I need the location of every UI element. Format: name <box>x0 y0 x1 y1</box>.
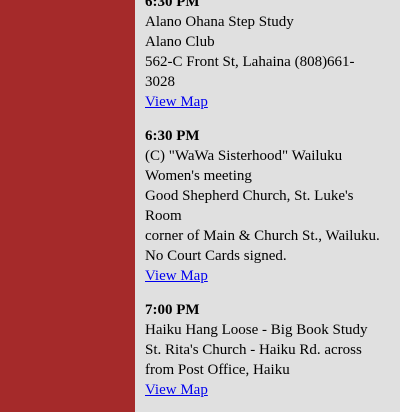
meeting-list: 6:30 PM Alano Ohana Step Study Alano Clu… <box>135 0 400 400</box>
meeting-name: (C) "WaWa Sisterhood" Wailuku <box>145 148 343 164</box>
view-map-link[interactable]: View Map <box>145 380 208 400</box>
meeting-location-cont: Room <box>145 208 182 224</box>
meeting-time: 6:30 PM <box>145 0 200 10</box>
meeting-location: Good Shepherd Church, St. Luke's <box>145 188 354 204</box>
meeting-name-cont: Women's meeting <box>145 168 252 184</box>
meeting-entry: 6:30 PM Alano Ohana Step Study Alano Clu… <box>145 0 396 112</box>
meeting-time: 7:00 PM <box>145 302 200 318</box>
meeting-location: Alano Club <box>145 34 215 50</box>
view-map-link[interactable]: View Map <box>145 266 208 286</box>
meeting-entry: 6:30 PM (C) "WaWa Sisterhood" Wailuku Wo… <box>145 126 396 286</box>
meeting-entry: 7:00 PM Haiku Hang Loose - Big Book Stud… <box>145 300 396 400</box>
meeting-location-cont: from Post Office, Haiku <box>145 362 290 378</box>
meeting-name: Haiku Hang Loose - Big Book Study <box>145 322 368 338</box>
meeting-location: St. Rita's Church - Haiku Rd. across <box>145 342 362 358</box>
meeting-address-cont: 3028 <box>145 74 175 90</box>
view-map-link[interactable]: View Map <box>145 92 208 112</box>
meeting-address: 562-C Front St, Lahaina (808)661- <box>145 54 355 70</box>
meeting-name: Alano Ohana Step Study <box>145 14 294 30</box>
meeting-list-panel: 6:30 PM Alano Ohana Step Study Alano Clu… <box>135 0 400 412</box>
meeting-address: corner of Main & Church St., Wailuku. <box>145 228 380 244</box>
meeting-time: 6:30 PM <box>145 128 200 144</box>
meeting-note: No Court Cards signed. <box>145 248 287 264</box>
